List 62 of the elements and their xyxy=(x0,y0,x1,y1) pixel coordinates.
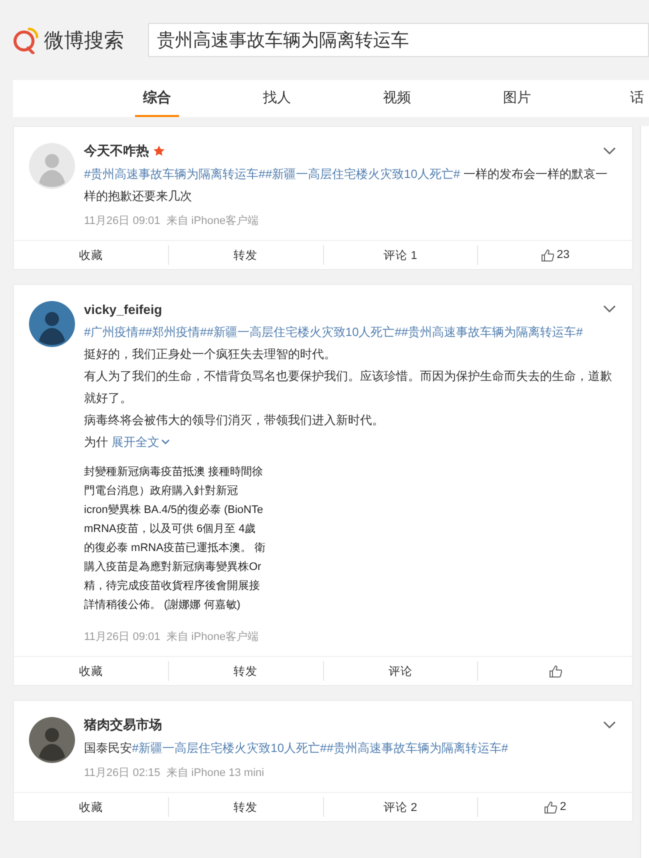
post-text: 为什 展开全文 xyxy=(84,431,612,453)
repost-button[interactable]: 转发 xyxy=(168,797,322,817)
user-name[interactable]: vicky_feifeig xyxy=(84,302,162,316)
post-text: 病毒终将会被伟大的领导们消灭，带领我们进入新时代。 xyxy=(84,412,385,429)
comment-label: 评论 xyxy=(388,664,412,678)
image-text-line: 門電台消息）政府購入針對新冠 xyxy=(84,484,238,499)
post-text: #广州疫情##郑州疫情##新疆一高层住宅楼火灾致10人死亡##贵州高速事故车辆为隔离转运车# xyxy=(84,324,584,341)
tab[interactable]: 综合 xyxy=(135,80,179,117)
tab[interactable]: 找人 xyxy=(255,80,299,117)
chevron-down-icon[interactable] xyxy=(603,147,616,155)
repost-button[interactable]: 转发 xyxy=(168,661,322,681)
post-text: #贵州高速事故车辆为隔离转运车##新疆一高层住宅楼火灾致10人死亡# 一样的发布会一样的默哀一样的抱歉还要来几次 xyxy=(84,166,608,205)
avatar xyxy=(29,717,75,763)
tab[interactable]: 视频 xyxy=(375,80,419,117)
image-text-line: 詳情稍後公佈。 (謝娜娜 何嘉敏) xyxy=(84,598,240,613)
favorite-button[interactable]: 收藏 xyxy=(14,661,168,681)
tab[interactable]: 图片 xyxy=(495,80,539,117)
comment-label: 评论 2 xyxy=(384,800,418,814)
post-source: 来自 iPhone客户端 xyxy=(166,214,259,228)
comment-label: 评论 1 xyxy=(384,248,418,262)
like-button[interactable]: 23 xyxy=(477,245,632,265)
image-text-line: 購入疫苗是為應對新冠病毒變異株Or xyxy=(84,560,262,575)
user-name[interactable]: 今天不咋热 xyxy=(84,142,149,160)
tab[interactable]: 话 xyxy=(622,80,649,117)
image-text-line: icron變異株 BA.4/5的復必泰 (BioNTe xyxy=(84,502,264,518)
image-text-line: mRNA疫苗，以及可供 6個月至 4歲 xyxy=(84,522,256,537)
like-button[interactable]: 2 xyxy=(477,797,632,817)
chevron-down-icon[interactable] xyxy=(603,721,616,729)
favorite-label: 收藏 xyxy=(78,664,103,678)
post-text: 国泰民安#新疆一高层住宅楼火灾致10人死亡##贵州高速事故车辆为隔离转运车# xyxy=(84,740,510,757)
image-text-line: 封變種新冠病毒疫苗抵澳 接種時間徐 xyxy=(84,464,264,480)
favorite-label: 收藏 xyxy=(78,248,103,262)
comment-button[interactable]: 评论 xyxy=(322,661,478,681)
repost-label: 转发 xyxy=(234,800,258,814)
image-text-line: 精，待完成疫苗收貨程序後會開展接 xyxy=(84,578,260,594)
user-name[interactable]: 猪肉交易市场 xyxy=(84,716,162,734)
thumbs-up-icon xyxy=(544,800,557,814)
post-source: 来自 iPhone 13 mini xyxy=(166,766,264,780)
repost-label: 转发 xyxy=(234,664,258,678)
image-text-line: 的復必泰 mRNA疫苗已運抵本澳。 衛 xyxy=(84,540,266,556)
avatar xyxy=(29,143,75,189)
thumbs-up-icon xyxy=(548,664,562,678)
chevron-down-icon[interactable] xyxy=(603,305,616,313)
search-field[interactable]: 贵州高速事故车辆为隔离转运车 xyxy=(148,23,649,57)
post-text: 挺好的，我们正身处一个疯狂失去理智的时代。 xyxy=(84,346,337,363)
expand-link[interactable]: 展开全文 xyxy=(111,431,170,453)
post-source: 来自 iPhone客户端 xyxy=(166,630,259,644)
favorite-label: 收藏 xyxy=(78,800,103,814)
chevron-down-icon xyxy=(161,439,170,445)
avatar xyxy=(29,301,75,347)
like-count: 2 xyxy=(560,801,566,813)
comment-button[interactable]: 评论 1 xyxy=(322,245,478,265)
favorite-button[interactable]: 收藏 xyxy=(14,245,168,265)
logo-icon xyxy=(12,26,40,54)
repost-button[interactable]: 转发 xyxy=(168,245,322,265)
comment-button[interactable]: 评论 2 xyxy=(322,797,478,817)
post-text: 有人为了我们的生命，不惜背负骂名也要保护我们。应该珍惜。而因为保护生命而失去的生命，道歉就好了。 xyxy=(84,368,612,407)
like-count: 23 xyxy=(556,249,570,261)
logo-text: 微博搜索 xyxy=(44,28,124,54)
thumbs-up-icon xyxy=(540,248,554,262)
favorite-button[interactable]: 收藏 xyxy=(14,797,168,817)
repost-label: 转发 xyxy=(234,248,258,262)
